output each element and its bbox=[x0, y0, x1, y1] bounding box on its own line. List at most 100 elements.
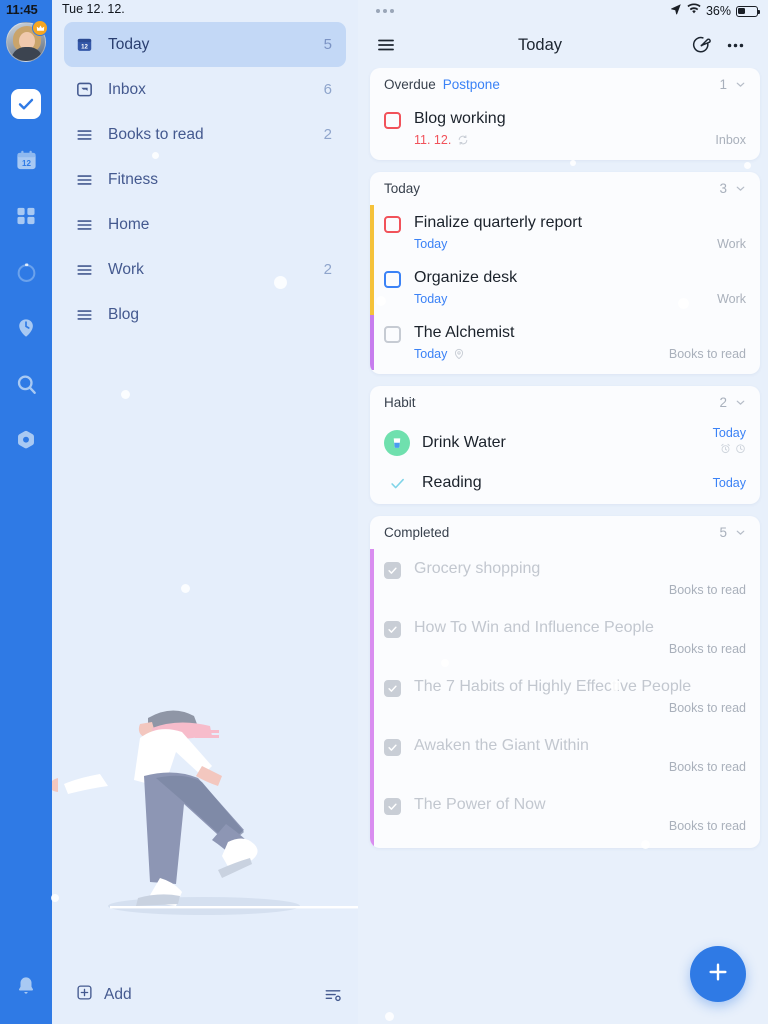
crown-badge-icon bbox=[32, 20, 48, 36]
list-lines-icon bbox=[76, 173, 100, 187]
sidebar-item-inbox[interactable]: Inbox 6 bbox=[64, 67, 346, 112]
section-header: Completed 5 bbox=[370, 516, 760, 549]
timer-ring-icon bbox=[15, 261, 38, 284]
section-title: Overdue bbox=[384, 77, 436, 92]
sidebar-list: 12 Today 5 Inbox 6 Books to read 2 Fitness Home W… bbox=[52, 18, 358, 337]
check-icon[interactable] bbox=[384, 475, 410, 492]
status-date: Tue 12. 12. bbox=[62, 2, 125, 16]
chevron-down-icon[interactable] bbox=[734, 396, 747, 409]
sidebar-item-label: Today bbox=[108, 35, 150, 53]
task-checkbox[interactable] bbox=[384, 562, 401, 579]
task-checkbox[interactable] bbox=[384, 271, 401, 288]
rail-item-matrix[interactable] bbox=[0, 188, 52, 244]
chevron-down-icon[interactable] bbox=[734, 182, 747, 195]
status-time: 11:45 bbox=[6, 1, 38, 17]
task-row[interactable]: Awaken the Giant Within Books to read bbox=[370, 726, 760, 785]
task-checkbox[interactable] bbox=[384, 739, 401, 756]
task-row[interactable]: The Alchemist Today Books to read bbox=[370, 315, 760, 370]
location-arrow-icon bbox=[670, 2, 682, 20]
sidebar-item-work[interactable]: Work 2 bbox=[64, 247, 346, 292]
task-color-edge bbox=[370, 205, 374, 260]
section-header: Habit 2 bbox=[370, 386, 760, 419]
clock-pin-icon bbox=[15, 317, 37, 339]
section-card-overdue: Overdue Postpone 1 Blog working 11. 12. Inbox bbox=[370, 68, 760, 160]
sort-settings-icon[interactable] bbox=[324, 986, 342, 1004]
section-card-today: Today 3 Finalize quarterly report Today Work… bbox=[370, 172, 760, 374]
section-body: Finalize quarterly report Today Work Organi… bbox=[370, 205, 760, 374]
habit-row[interactable]: Reading Today bbox=[370, 467, 760, 500]
section-header: Overdue Postpone 1 bbox=[370, 68, 760, 101]
habit-date: Today bbox=[712, 476, 746, 490]
section-action-button[interactable]: Postpone bbox=[443, 77, 500, 92]
task-list-label: Books to read bbox=[668, 759, 746, 774]
timer-icon bbox=[735, 441, 746, 459]
habit-meta-icons bbox=[713, 441, 746, 459]
sidebar-item-count: 6 bbox=[323, 81, 332, 98]
rail-item-search[interactable] bbox=[0, 356, 52, 412]
section-body: Drink Water Today Reading Today bbox=[370, 419, 760, 504]
list-lines-icon bbox=[76, 128, 100, 142]
avatar[interactable] bbox=[6, 20, 48, 62]
task-row[interactable]: Organize desk Today Work bbox=[370, 260, 760, 315]
task-meta: Books to read bbox=[414, 818, 746, 833]
task-checkbox[interactable] bbox=[384, 798, 401, 815]
check-square-icon bbox=[11, 89, 41, 119]
main-toolbar: Today bbox=[358, 22, 768, 68]
task-row[interactable]: How To Win and Influence People Books to … bbox=[370, 608, 760, 667]
sidebar-item-today[interactable]: 12 Today 5 bbox=[64, 22, 346, 67]
task-meta: Books to read bbox=[414, 700, 746, 715]
alarm-icon bbox=[720, 441, 731, 459]
task-title: How To Win and Influence People bbox=[414, 619, 654, 636]
add-task-button[interactable]: Add bbox=[76, 984, 324, 1006]
task-row[interactable]: Blog working 11. 12. Inbox bbox=[370, 101, 760, 156]
chevron-down-icon[interactable] bbox=[734, 526, 747, 539]
habit-date: Today bbox=[712, 426, 746, 440]
task-color-edge bbox=[370, 315, 374, 370]
sidebar-item-home[interactable]: Home bbox=[64, 202, 346, 247]
task-checkbox[interactable] bbox=[384, 326, 401, 343]
task-title: The Power of Now bbox=[414, 796, 546, 813]
sidebar-item-books-to-read[interactable]: Books to read 2 bbox=[64, 112, 346, 157]
rail-item-history[interactable] bbox=[0, 300, 52, 356]
task-row[interactable]: The 7 Habits of Highly Effective People B… bbox=[370, 667, 760, 726]
task-list-label: Books to read bbox=[668, 346, 746, 361]
rail-item-notifications[interactable] bbox=[0, 958, 52, 1014]
hamburger-menu-icon[interactable] bbox=[376, 35, 396, 55]
section-title: Today bbox=[384, 181, 421, 196]
rail-item-settings[interactable] bbox=[0, 412, 52, 468]
task-row[interactable]: Finalize quarterly report Today Work bbox=[370, 205, 760, 260]
task-checkbox[interactable] bbox=[384, 680, 401, 697]
sidebar-item-label: Work bbox=[108, 260, 144, 278]
add-floating-button[interactable] bbox=[690, 946, 746, 1002]
sidebar-item-label: Home bbox=[108, 215, 150, 233]
pomodoro-edit-icon[interactable] bbox=[684, 35, 718, 56]
main-status-bar: 36% bbox=[358, 0, 768, 22]
sidebar-item-count: 2 bbox=[323, 261, 332, 278]
sidebar-item-fitness[interactable]: Fitness bbox=[64, 157, 346, 202]
task-checkbox[interactable] bbox=[384, 112, 401, 129]
svg-text:12: 12 bbox=[81, 44, 88, 51]
rail-item-pomodoro[interactable] bbox=[0, 244, 52, 300]
habit-row[interactable]: Drink Water Today bbox=[370, 419, 760, 467]
chevron-down-icon[interactable] bbox=[734, 78, 747, 91]
inbox-icon bbox=[76, 81, 100, 98]
list-lines-icon bbox=[76, 263, 100, 277]
rail-item-tasks[interactable] bbox=[0, 76, 52, 132]
task-meta: Books to read bbox=[414, 641, 746, 656]
sidebar-item-blog[interactable]: Blog bbox=[64, 292, 346, 337]
task-color-edge bbox=[370, 260, 374, 315]
section-count: 2 bbox=[719, 395, 727, 410]
water-glass-icon[interactable] bbox=[384, 429, 410, 456]
task-list-label: Books to read bbox=[668, 700, 746, 715]
battery-icon bbox=[736, 5, 760, 17]
sidebar-item-count: 2 bbox=[323, 126, 332, 143]
task-title: The 7 Habits of Highly Effective People bbox=[414, 678, 692, 695]
rail-item-calendar[interactable]: 12 bbox=[0, 132, 52, 188]
task-row[interactable]: Grocery shopping Books to read bbox=[370, 549, 760, 608]
task-row[interactable]: The Power of Now Books to read bbox=[370, 785, 760, 844]
more-horizontal-icon[interactable] bbox=[718, 35, 752, 56]
task-checkbox[interactable] bbox=[384, 621, 401, 638]
sidebar: Tue 12. 12. 12 Today 5 Inbox 6 Books to read 2… bbox=[52, 0, 358, 1024]
task-checkbox[interactable] bbox=[384, 216, 401, 233]
task-meta: 11. 12. Inbox bbox=[414, 132, 746, 147]
